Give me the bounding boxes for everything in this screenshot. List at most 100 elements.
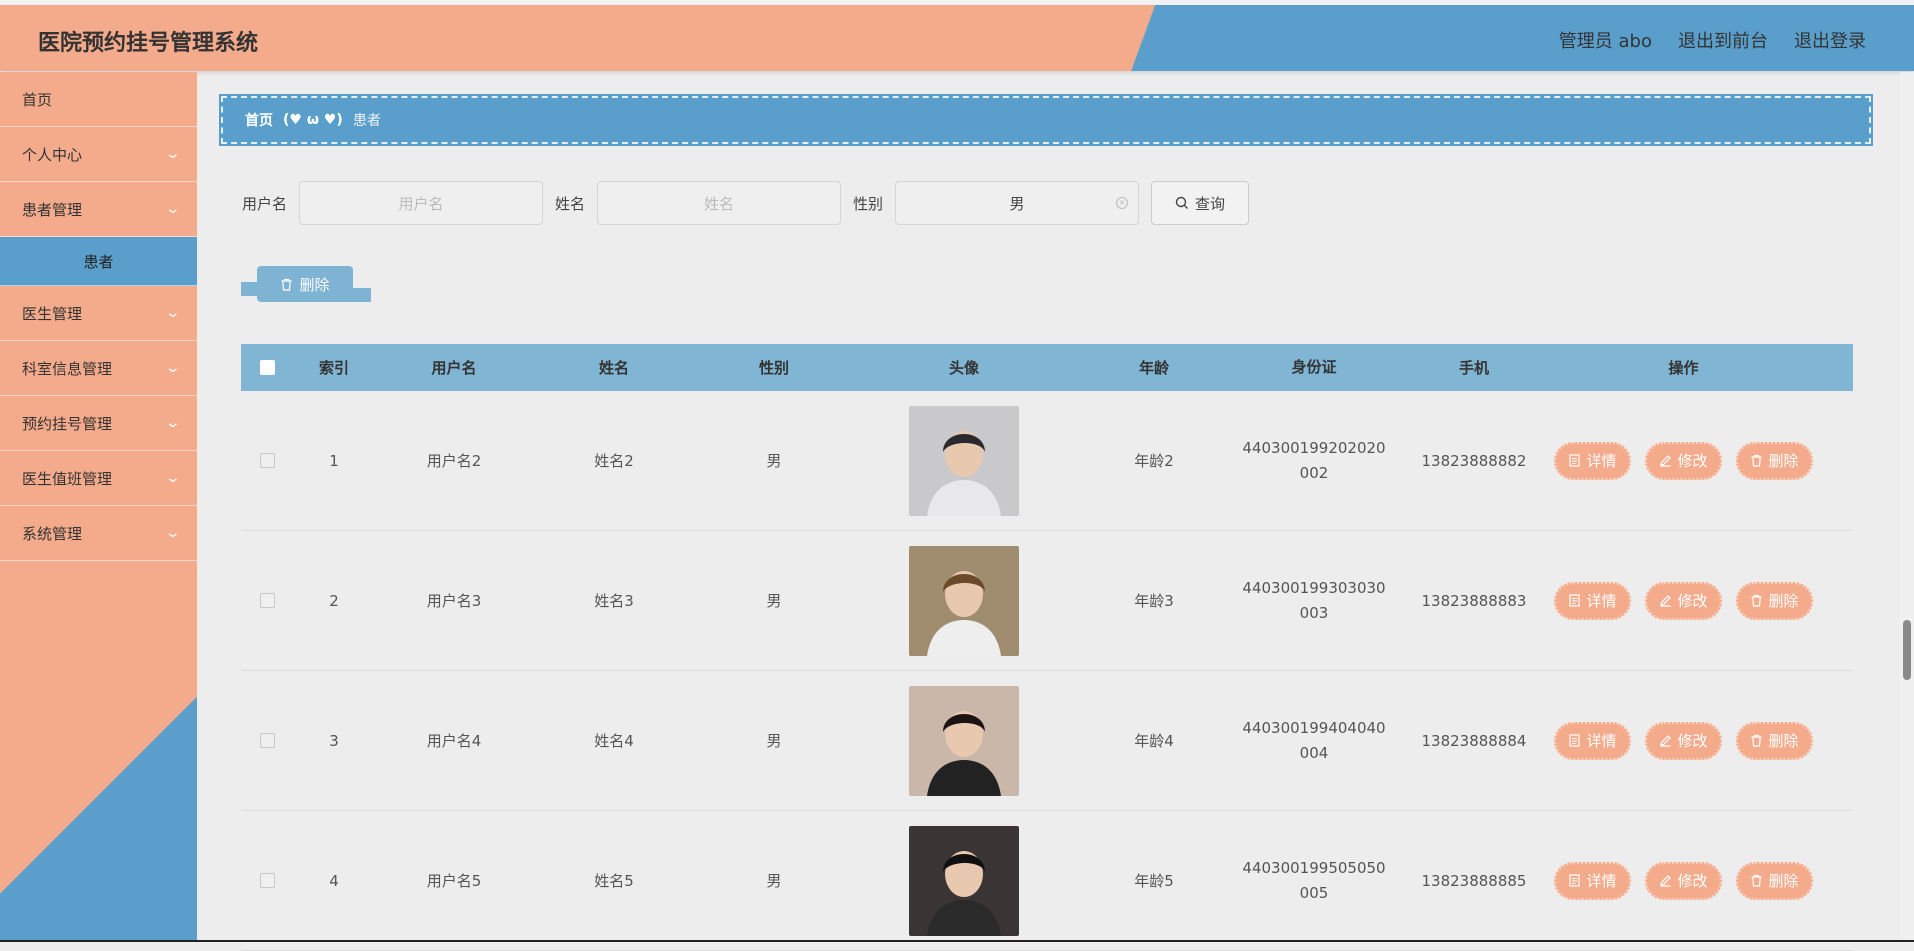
username-placeholder: 用户名 xyxy=(398,194,444,213)
detail-label: 详情 xyxy=(1586,872,1617,890)
name-placeholder: 姓名 xyxy=(704,194,735,213)
sidebar-item-label: 首页 xyxy=(22,90,53,109)
sidebar-item-label: 患者 xyxy=(83,252,114,271)
sidebar-item-appointment-management[interactable]: 预约挂号管理 ⌄ xyxy=(0,396,197,451)
edit-label: 修改 xyxy=(1677,452,1708,470)
sidebar-item-duty-management[interactable]: 医生值班管理 ⌄ xyxy=(0,451,197,506)
username-input[interactable]: 用户名 xyxy=(299,181,544,225)
app-title: 医院预约挂号管理系统 xyxy=(38,31,259,56)
avatar[interactable] xyxy=(909,545,1019,656)
sidebar-item-department-management[interactable]: 科室信息管理 ⌄ xyxy=(0,341,197,396)
breadcrumb-current: 患者 xyxy=(352,113,381,129)
cell-name: 姓名2 xyxy=(594,452,634,470)
detail-button[interactable]: 详情 xyxy=(1554,581,1631,620)
row-checkbox[interactable] xyxy=(260,453,275,468)
column-header-avatar-label: 头像 xyxy=(948,359,979,377)
edit-button[interactable]: 修改 xyxy=(1645,441,1722,480)
column-header-age: 年龄 xyxy=(1138,359,1169,377)
id-card-line: 005 xyxy=(1299,883,1329,902)
cell-name: 姓名3 xyxy=(594,592,634,610)
search-icon xyxy=(1175,196,1189,209)
scrollbar-thumb[interactable] xyxy=(1903,620,1911,680)
cell-age: 年龄5 xyxy=(1134,872,1174,890)
detail-label: 详情 xyxy=(1586,732,1617,750)
row-checkbox-cell xyxy=(241,593,294,608)
page-scrollbar[interactable] xyxy=(1900,72,1914,942)
row-checkbox[interactable] xyxy=(260,873,275,888)
batch-delete-button[interactable]: 删除 xyxy=(257,266,353,302)
edit-button[interactable]: 修改 xyxy=(1645,721,1722,760)
query-button[interactable]: 查询 xyxy=(1151,181,1250,225)
chevron-down-icon: ⌄ xyxy=(164,360,182,376)
cell-index: 4 xyxy=(329,871,339,890)
chevron-down-icon: ⌄ xyxy=(164,146,182,162)
delete-button[interactable]: 删除 xyxy=(1736,441,1813,480)
id-card-line: 440300199303030 xyxy=(1242,578,1386,597)
document-icon xyxy=(1569,874,1581,887)
avatar[interactable] xyxy=(909,685,1019,796)
cell-name: 姓名5 xyxy=(594,872,634,890)
name-input[interactable]: 姓名 xyxy=(597,181,842,225)
sidebar-item-label: 医生值班管理 xyxy=(22,469,113,488)
pencil-icon xyxy=(1660,455,1672,467)
back-to-front-link[interactable]: 退出到前台 xyxy=(1678,27,1768,53)
sidebar-item-home[interactable]: 首页 xyxy=(0,72,197,127)
id-card-line: 440300199404040 xyxy=(1242,718,1386,737)
edit-button[interactable]: 修改 xyxy=(1645,861,1722,900)
table-header: 索引 用户名 姓名 性别 头像 年龄 身份证 手机 操作 xyxy=(241,344,1853,391)
header-links: 管理员 abo 退出到前台 退出登录 xyxy=(1559,27,1866,53)
cell-avatar xyxy=(854,685,1074,796)
delete-label: 删除 xyxy=(1768,452,1799,470)
sidebar-item-patient-management[interactable]: 患者管理 ⌄ xyxy=(0,182,197,237)
cell-username: 用户名3 xyxy=(426,592,482,610)
pencil-icon xyxy=(1660,735,1672,747)
name-label: 姓名 xyxy=(555,194,586,213)
table-row: 2 用户名3 姓名3 男 年龄3 440300199303030 003 138… xyxy=(241,531,1853,671)
id-card-line: 004 xyxy=(1299,743,1329,762)
select-all-checkbox[interactable] xyxy=(260,360,275,375)
delete-button[interactable]: 删除 xyxy=(1736,581,1813,620)
sidebar-subitem-patient[interactable]: 患者 xyxy=(0,237,197,286)
edit-label: 修改 xyxy=(1677,732,1708,750)
sidebar-item-label: 个人中心 xyxy=(22,145,83,164)
detail-label: 详情 xyxy=(1586,452,1617,470)
delete-button[interactable]: 删除 xyxy=(1736,861,1813,900)
cell-phone: 13823888883 xyxy=(1421,591,1527,610)
cell-name: 姓名4 xyxy=(594,732,634,750)
row-checkbox-cell xyxy=(241,873,294,888)
avatar[interactable] xyxy=(909,405,1019,516)
current-user-label[interactable]: 管理员 abo xyxy=(1559,27,1652,53)
detail-button[interactable]: 详情 xyxy=(1554,721,1631,760)
sidebar-item-label: 预约挂号管理 xyxy=(22,414,113,433)
delete-label: 删除 xyxy=(1768,872,1799,890)
chevron-down-icon: ⌄ xyxy=(164,525,182,541)
chevron-down-icon: ⌄ xyxy=(164,305,182,321)
gender-select[interactable]: 男 × xyxy=(895,181,1140,225)
cell-age: 年龄2 xyxy=(1134,452,1174,470)
column-header-name: 姓名 xyxy=(598,359,629,377)
sidebar: 首页 个人中心 ⌄ 患者管理 ⌄ 患者 医生管理 ⌄ 科室信息管理 ⌄ 预约挂号… xyxy=(0,72,197,942)
logout-link[interactable]: 退出登录 xyxy=(1794,27,1866,53)
document-icon xyxy=(1569,454,1581,467)
cell-gender: 男 xyxy=(766,732,782,750)
row-checkbox[interactable] xyxy=(260,593,275,608)
cell-age: 年龄4 xyxy=(1134,732,1174,750)
sidebar-item-personal-center[interactable]: 个人中心 ⌄ xyxy=(0,127,197,182)
batch-delete-wrapper: 删除 xyxy=(241,264,371,308)
sidebar-item-doctor-management[interactable]: 医生管理 ⌄ xyxy=(0,286,197,341)
detail-button[interactable]: 详情 xyxy=(1554,861,1631,900)
clear-icon[interactable]: × xyxy=(1116,197,1129,209)
row-checkbox[interactable] xyxy=(260,733,275,748)
trash-icon xyxy=(1751,734,1762,747)
edit-button[interactable]: 修改 xyxy=(1645,581,1722,620)
sidebar-item-system-management[interactable]: 系统管理 ⌄ xyxy=(0,506,197,561)
cell-index: 1 xyxy=(329,451,339,470)
breadcrumb-home[interactable]: 首页 xyxy=(245,110,273,130)
avatar[interactable] xyxy=(909,825,1019,936)
search-form: 用户名 用户名 姓名 姓名 性别 男 × 查询 xyxy=(242,181,1250,225)
detail-button[interactable]: 详情 xyxy=(1554,441,1631,480)
gender-label: 性别 xyxy=(853,194,884,213)
column-header-actions-label: 操作 xyxy=(1668,359,1699,377)
edit-label: 修改 xyxy=(1677,592,1708,610)
delete-button[interactable]: 删除 xyxy=(1736,721,1813,760)
